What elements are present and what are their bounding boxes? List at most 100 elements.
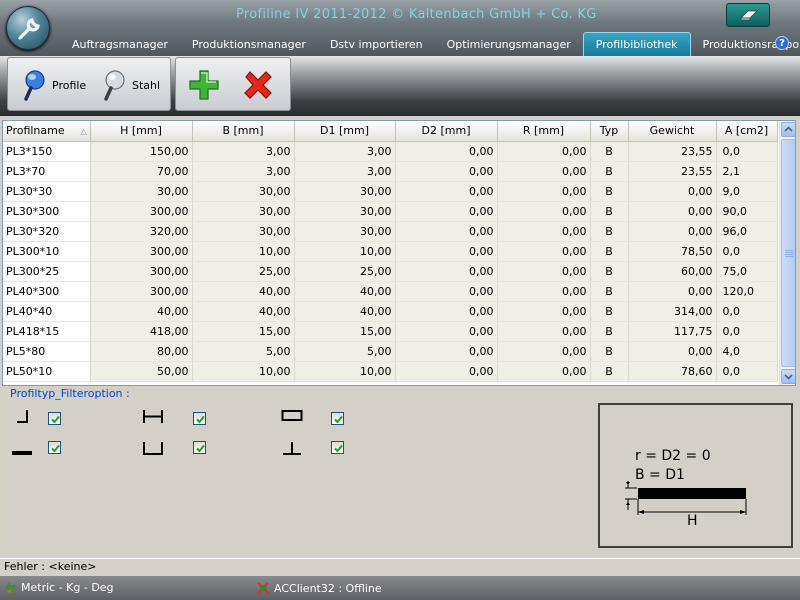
column-header-profilname[interactable]: Profilname △ — [3, 121, 91, 142]
cell-typ[interactable]: B — [590, 341, 629, 362]
scroll-down-button[interactable] — [781, 369, 795, 384]
cell-b[interactable]: 15,00 — [192, 321, 295, 342]
tab-auftragsmanager[interactable]: Auftragsmanager — [60, 32, 180, 56]
cell-d1[interactable]: 10,00 — [294, 241, 396, 262]
cell-typ[interactable]: B — [590, 361, 629, 382]
cell-h[interactable]: 300,00 — [90, 281, 193, 302]
tab-profilbibliothek[interactable]: Profilbibliothek — [582, 32, 691, 56]
cell-r[interactable]: 0,00 — [497, 341, 591, 362]
cell-d1[interactable]: 30,00 — [294, 221, 396, 242]
cell-area[interactable]: 90,0 — [716, 201, 778, 222]
filter-checkbox-channel[interactable] — [193, 441, 206, 454]
cell-profilname[interactable]: PL30*30 — [3, 181, 91, 202]
cell-d2[interactable]: 0,00 — [395, 341, 498, 362]
cell-profilname[interactable]: PL300*25 — [3, 261, 91, 282]
column-header-d2[interactable]: D2 [mm] — [395, 121, 498, 142]
cell-area[interactable]: 4,0 — [716, 341, 778, 362]
client-status[interactable]: ACClient32 : Offline — [256, 581, 382, 595]
help-icon[interactable]: ? — [775, 36, 789, 50]
cell-gewicht[interactable]: 0,00 — [628, 221, 717, 242]
cell-profilname[interactable]: PL30*300 — [3, 201, 91, 222]
cell-typ[interactable]: B — [590, 281, 629, 302]
cell-d2[interactable]: 0,00 — [395, 201, 498, 222]
cell-d1[interactable]: 10,00 — [294, 361, 396, 382]
cell-gewicht[interactable]: 117,75 — [628, 321, 717, 342]
add-profile-button[interactable] — [188, 68, 220, 102]
cell-profilname[interactable]: PL418*15 — [3, 321, 91, 342]
cell-h[interactable]: 50,00 — [90, 361, 193, 382]
cell-profilname[interactable]: PL40*40 — [3, 301, 91, 322]
column-header-gewicht[interactable]: Gewicht — [628, 121, 717, 142]
units-status[interactable]: Metric - Kg - Deg — [4, 581, 114, 594]
cell-d2[interactable]: 0,00 — [395, 361, 498, 382]
scroll-up-button[interactable] — [781, 122, 795, 137]
cell-d1[interactable]: 3,00 — [294, 161, 396, 182]
cell-r[interactable]: 0,00 — [497, 301, 591, 322]
cell-gewicht[interactable]: 0,00 — [628, 181, 717, 202]
cell-d2[interactable]: 0,00 — [395, 321, 498, 342]
filter-checkbox-rect-tube[interactable] — [331, 412, 344, 425]
cell-b[interactable]: 30,00 — [192, 221, 295, 242]
cell-b[interactable]: 3,00 — [192, 141, 295, 162]
table-row[interactable]: PL30*30 30,00 30,00 30,00 0,00 0,00 B 0,00 9,0 — [3, 181, 778, 202]
cell-r[interactable]: 0,00 — [497, 181, 591, 202]
cell-h[interactable]: 320,00 — [90, 221, 193, 242]
tab-dstv-importieren[interactable]: Dstv importieren — [318, 32, 435, 56]
cell-d1[interactable]: 5,00 — [294, 341, 396, 362]
table-vertical-scrollbar[interactable] — [779, 121, 795, 385]
cell-typ[interactable]: B — [590, 161, 629, 182]
column-header-b[interactable]: B [mm] — [192, 121, 295, 142]
table-row[interactable]: PL5*80 80,00 5,00 5,00 0,00 0,00 B 0,00 4,0 — [3, 341, 778, 362]
cell-d2[interactable]: 0,00 — [395, 181, 498, 202]
cell-h[interactable]: 150,00 — [90, 141, 193, 162]
cell-r[interactable]: 0,00 — [497, 361, 591, 382]
cell-typ[interactable]: B — [590, 221, 629, 242]
cell-h[interactable]: 418,00 — [90, 321, 193, 342]
cell-r[interactable]: 0,00 — [497, 201, 591, 222]
delete-profile-button[interactable] — [242, 68, 274, 102]
column-header-area[interactable]: A [cm2] — [716, 121, 778, 142]
cell-b[interactable]: 40,00 — [192, 281, 295, 302]
cell-typ[interactable]: B — [590, 301, 629, 322]
cell-r[interactable]: 0,00 — [497, 141, 591, 162]
tab-produktionsmanager[interactable]: Produktionsmanager — [180, 32, 318, 56]
table-row[interactable]: PL3*150 150,00 3,00 3,00 0,00 0,00 B 23,55 0,0 — [3, 141, 778, 162]
cell-d1[interactable]: 15,00 — [294, 321, 396, 342]
cell-b[interactable]: 3,00 — [192, 161, 295, 182]
cell-gewicht[interactable]: 60,00 — [628, 261, 717, 282]
cell-r[interactable]: 0,00 — [497, 161, 591, 182]
cell-profilname[interactable]: PL30*320 — [3, 221, 91, 242]
cell-r[interactable]: 0,00 — [497, 241, 591, 262]
cell-d1[interactable]: 30,00 — [294, 181, 396, 202]
cell-area[interactable]: 0,0 — [716, 321, 778, 342]
cell-gewicht[interactable]: 78,50 — [628, 241, 717, 262]
cell-b[interactable]: 10,00 — [192, 241, 295, 262]
filter-checkbox-i-beam[interactable] — [193, 412, 206, 425]
table-row[interactable]: PL3*70 70,00 3,00 3,00 0,00 0,00 B 23,55 2,1 — [3, 161, 778, 182]
cell-area[interactable]: 75,0 — [716, 261, 778, 282]
cell-area[interactable]: 9,0 — [716, 181, 778, 202]
cell-typ[interactable]: B — [590, 241, 629, 262]
cell-h[interactable]: 300,00 — [90, 201, 193, 222]
cell-gewicht[interactable]: 0,00 — [628, 341, 717, 362]
cell-b[interactable]: 40,00 — [192, 301, 295, 322]
cell-area[interactable]: 2,1 — [716, 161, 778, 182]
cell-area[interactable]: 120,0 — [716, 281, 778, 302]
cell-r[interactable]: 0,00 — [497, 281, 591, 302]
app-menu-button[interactable] — [6, 6, 50, 50]
cell-gewicht[interactable]: 314,00 — [628, 301, 717, 322]
cell-b[interactable]: 30,00 — [192, 201, 295, 222]
cell-h[interactable]: 70,00 — [90, 161, 193, 182]
table-row[interactable]: PL30*320 320,00 30,00 30,00 0,00 0,00 B 0,00 96,… — [3, 221, 778, 242]
cell-profilname[interactable]: PL3*150 — [3, 141, 91, 162]
cell-h[interactable]: 80,00 — [90, 341, 193, 362]
cell-area[interactable]: 0,0 — [716, 141, 778, 162]
cell-r[interactable]: 0,00 — [497, 221, 591, 242]
cell-h[interactable]: 300,00 — [90, 261, 193, 282]
table-row[interactable]: PL300*10 300,00 10,00 10,00 0,00 0,00 B 78,50 0,… — [3, 241, 778, 262]
cell-profilname[interactable]: PL300*10 — [3, 241, 91, 262]
cell-d1[interactable]: 40,00 — [294, 281, 396, 302]
cell-typ[interactable]: B — [590, 201, 629, 222]
cell-d2[interactable]: 0,00 — [395, 281, 498, 302]
cell-r[interactable]: 0,00 — [497, 261, 591, 282]
